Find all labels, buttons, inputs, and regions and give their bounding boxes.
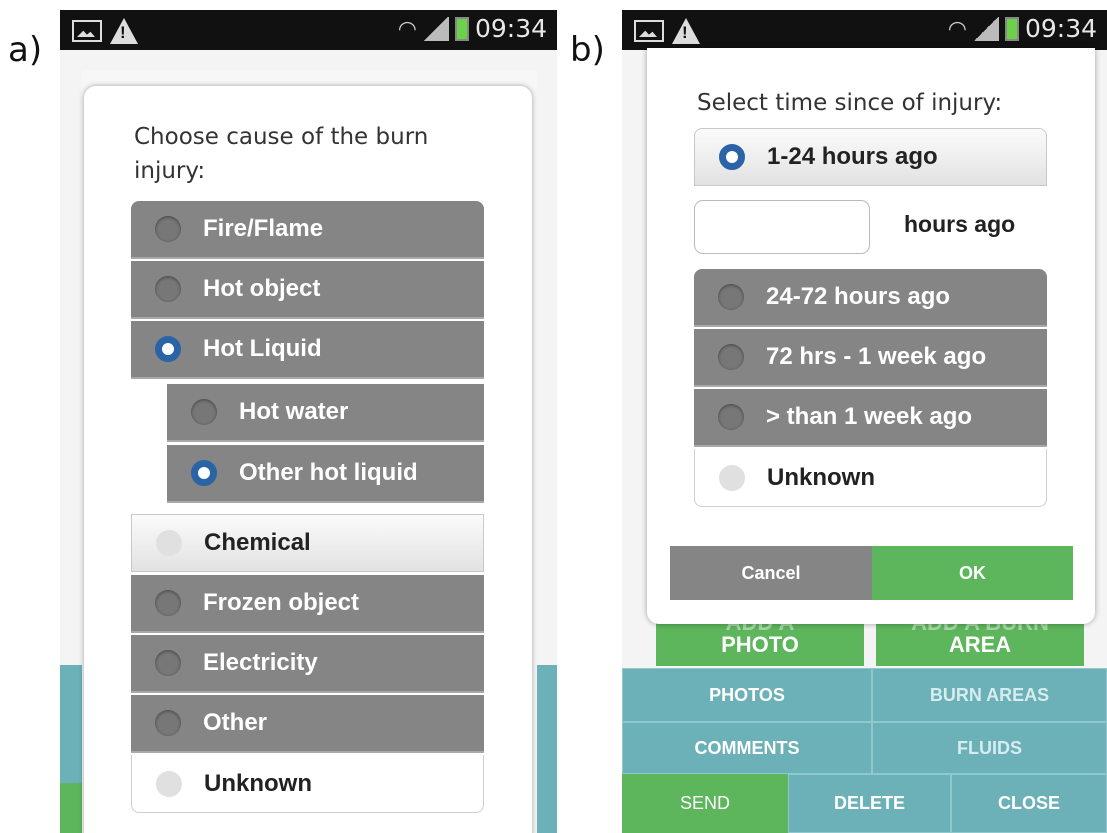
suboption-hot-water[interactable]: Hot water [167,384,484,442]
gallery-notification-icon [72,20,102,42]
panel-b-label: b) [570,30,605,70]
option-label: Hot water [239,398,349,425]
add-photo-line2: PHOTO [721,632,799,657]
option-72hrs-1-week[interactable]: 72 hrs - 1 week ago [694,329,1047,387]
radio-icon [155,216,181,242]
burn-areas-label: BURN AREAS [929,684,1050,705]
option-label: > than 1 week ago [766,403,973,430]
radio-icon [155,710,181,736]
radio-selected-icon [191,460,217,486]
cancel-button[interactable]: Cancel [670,546,872,600]
option-label: Other hot liquid [239,459,418,486]
status-bar: ! ◠ 09:34 [622,10,1107,50]
dialog-prompt: Choose cause of the burn injury: [134,124,429,184]
hours-input[interactable] [694,200,870,254]
option-label: Unknown [767,463,875,491]
radio-icon [719,464,745,491]
close-label: CLOSE [997,793,1060,813]
option-label: Fire/Flame [203,215,324,242]
warning-icon: ! [110,18,138,44]
delete-button[interactable]: DELETE [788,774,951,833]
battery-icon [1004,16,1019,41]
add-area-line2: AREA [948,632,1012,657]
suboption-other-hot-liquid[interactable]: Other hot liquid [167,445,484,503]
radio-icon [718,284,744,310]
radio-icon [156,530,182,556]
option-label: Electricity [203,649,318,676]
cancel-label: Cancel [741,562,801,583]
clock: 09:34 [1024,14,1097,43]
option-more-than-1-week[interactable]: > than 1 week ago [694,389,1047,447]
option-chemical[interactable]: Chemical [131,514,484,572]
option-label: 1-24 hours ago [767,143,938,170]
warning-icon: ! [672,18,700,44]
radio-icon [155,590,181,616]
wifi-icon: ◠ [397,15,417,41]
radio-icon [155,276,181,302]
option-hot-object[interactable]: Hot object [131,261,484,319]
option-label: Frozen object [203,589,360,616]
burn-areas-button[interactable]: BURN AREAS [872,668,1107,722]
gallery-notification-icon [634,20,664,42]
option-hot-liquid[interactable]: Hot Liquid [131,321,484,379]
radio-icon [156,770,182,797]
option-frozen-object[interactable]: Frozen object [131,575,484,633]
comments-button[interactable]: COMMENTS [622,722,872,774]
radio-icon [191,399,217,425]
radio-icon [718,404,744,430]
option-label: Other [203,709,268,736]
hours-suffix: hours ago [904,211,1016,237]
option-label: Hot object [203,275,321,302]
ok-button[interactable]: OK [872,546,1073,600]
ok-label: OK [959,562,986,583]
option-label: Chemical [204,529,311,556]
phone-screen-b: ! ◠ 09:34 ADD A PHOTO ADD A BURN AREA PH… [622,10,1107,833]
option-24-72-hours[interactable]: 24-72 hours ago [694,269,1047,327]
option-label: Hot Liquid [203,335,322,362]
clock: 09:34 [474,14,547,43]
option-1-24-hours[interactable]: 1-24 hours ago [694,128,1047,186]
phone-screen-a: ! ◠ 09:34 Choose cause of the burn injur… [60,10,557,833]
battery-icon [454,16,469,41]
radio-selected-icon [719,144,745,170]
option-unknown[interactable]: Unknown [694,449,1047,507]
radio-icon [718,344,744,370]
option-label: 72 hrs - 1 week ago [766,343,987,370]
radio-selected-icon [155,336,181,362]
radio-icon [155,650,181,676]
signal-icon [422,16,449,41]
option-other[interactable]: Other [131,695,484,753]
fluids-button[interactable]: FLUIDS [872,722,1107,774]
close-button[interactable]: CLOSE [951,774,1107,833]
photos-button[interactable]: PHOTOS [622,668,872,722]
option-label: Unknown [204,769,312,797]
send-button[interactable]: SEND [622,774,788,833]
dialog-prompt: Select time since of injury: [697,90,1003,116]
option-unknown[interactable]: Unknown [131,755,484,813]
fluids-label: FLUIDS [957,737,1022,758]
option-fire-flame[interactable]: Fire/Flame [131,201,484,259]
signal-icon [972,16,999,41]
panel-a-label: a) [8,30,43,70]
photos-label: PHOTOS [709,684,785,705]
send-label: SEND [679,793,730,813]
status-bar: ! ◠ 09:34 [60,10,557,50]
wifi-icon: ◠ [947,15,967,41]
delete-label: DELETE [833,793,905,813]
option-electricity[interactable]: Electricity [131,635,484,693]
option-label: 24-72 hours ago [766,283,951,310]
comments-label: COMMENTS [694,737,800,758]
